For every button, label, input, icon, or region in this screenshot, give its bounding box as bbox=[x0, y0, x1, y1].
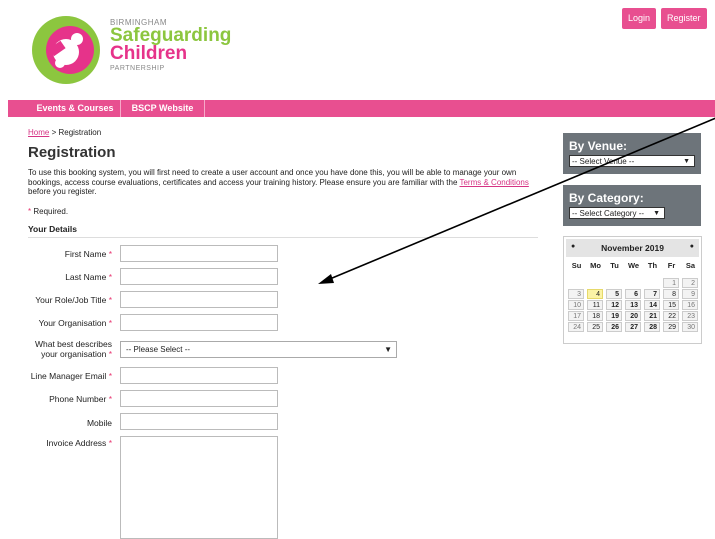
annotation-arrow-icon bbox=[318, 117, 715, 284]
